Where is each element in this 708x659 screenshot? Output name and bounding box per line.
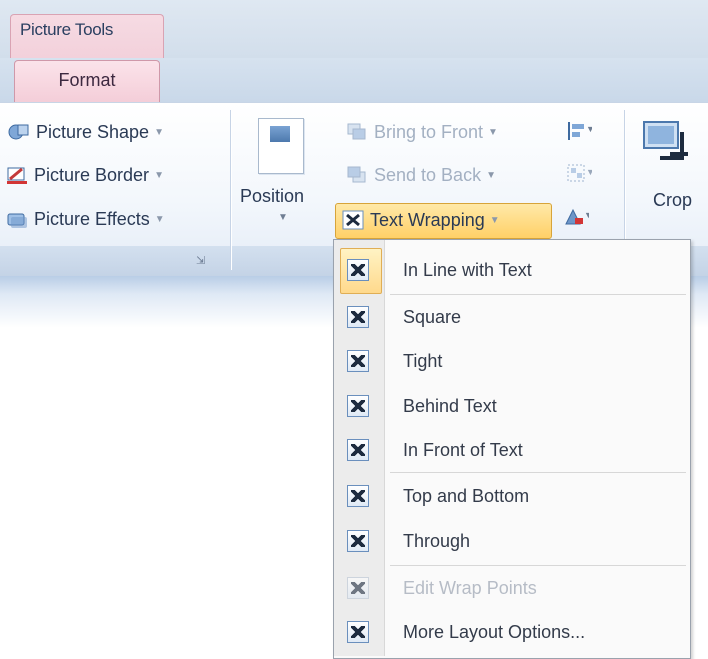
- bring-to-front-label: Bring to Front: [374, 121, 484, 142]
- menu-item-edit-wrap-points[interactable]: Edit Wrap Points: [336, 569, 686, 607]
- picture-border-button[interactable]: Picture Border ▼: [6, 161, 164, 189]
- menu-item-label: Behind Text: [403, 395, 497, 416]
- top-and-bottom-icon: [347, 485, 369, 507]
- bring-to-front-button[interactable]: Bring to Front ▼: [346, 118, 498, 146]
- menu-item-behind-text[interactable]: Behind Text: [336, 387, 686, 425]
- send-to-back-label: Send to Back: [374, 164, 482, 185]
- send-to-back-button[interactable]: Send to Back ▼: [346, 161, 496, 189]
- picture-border-icon: [6, 165, 28, 185]
- chevron-down-icon: ▼: [154, 169, 164, 181]
- crop-button-label[interactable]: Crop: [653, 190, 692, 211]
- position-button-label[interactable]: Position: [240, 186, 304, 207]
- menu-item-top-and-bottom[interactable]: Top and Bottom: [336, 477, 686, 515]
- group-icon[interactable]: ▼: [566, 163, 592, 185]
- picture-effects-icon: [6, 209, 28, 229]
- chevron-down-icon: ▼: [489, 214, 500, 226]
- svg-text:▼: ▼: [586, 124, 592, 134]
- behind-text-icon: [347, 395, 369, 417]
- menu-item-label: Edit Wrap Points: [403, 577, 537, 598]
- bring-to-front-icon: [346, 122, 368, 142]
- crop-icon[interactable]: [640, 118, 692, 166]
- menu-item-label: Through: [403, 530, 471, 551]
- tab-format-label: Format: [58, 70, 116, 90]
- picture-shape-label: Picture Shape: [36, 121, 150, 142]
- text-wrapping-button[interactable]: Text Wrapping ▼: [342, 206, 500, 234]
- picture-shape-button[interactable]: Picture Shape ▼: [8, 118, 164, 146]
- menu-item-label: In Line with Text: [403, 259, 532, 280]
- picture-effects-label: Picture Effects: [34, 208, 150, 229]
- dialog-launcher-icon[interactable]: ⇲: [196, 254, 210, 268]
- contextual-group-title: Picture Tools: [20, 20, 114, 39]
- align-icon[interactable]: ▼: [566, 120, 592, 142]
- menu-item-label: Square: [403, 306, 462, 327]
- menu-item-square[interactable]: Square: [336, 298, 686, 336]
- menu-separator: [390, 565, 686, 566]
- through-wrap-icon: [347, 530, 369, 552]
- send-to-back-icon: [346, 165, 368, 185]
- edit-wrap-points-icon: [347, 577, 369, 599]
- chevron-down-icon: ▼: [154, 126, 164, 138]
- in-line-wrap-icon: [347, 259, 369, 281]
- layout-options-icon: [347, 621, 369, 643]
- picture-shape-icon: [8, 122, 30, 142]
- position-icon-picture: [270, 126, 290, 142]
- text-wrapping-label: Text Wrapping: [370, 209, 485, 230]
- group-separator: [230, 110, 232, 270]
- picture-border-label: Picture Border: [34, 164, 150, 185]
- menu-item-more-layout-options[interactable]: More Layout Options...: [336, 613, 686, 651]
- picture-effects-button[interactable]: Picture Effects ▼: [6, 205, 165, 233]
- chevron-down-icon: ▼: [278, 212, 288, 223]
- menu-separator: [390, 294, 686, 295]
- menu-separator: [390, 472, 686, 473]
- menu-item-through[interactable]: Through: [336, 522, 686, 560]
- chevron-down-icon: ▼: [154, 213, 165, 225]
- svg-text:▼: ▼: [584, 210, 589, 220]
- rotate-icon[interactable]: ▼: [563, 206, 589, 228]
- chevron-down-icon: ▼: [488, 126, 498, 138]
- tight-wrap-icon: [347, 350, 369, 372]
- menu-item-label: More Layout Options...: [403, 621, 586, 642]
- menu-item-label: Top and Bottom: [403, 485, 530, 506]
- square-wrap-icon: [347, 306, 369, 328]
- svg-text:▼: ▼: [586, 167, 592, 177]
- chevron-down-icon: ▼: [486, 169, 496, 181]
- menu-item-in-front-of-text[interactable]: In Front of Text: [336, 431, 686, 469]
- menu-item-label: In Front of Text: [403, 439, 523, 460]
- menu-item-in-line-with-text[interactable]: In Line with Text: [336, 251, 686, 289]
- menu-item-label: Tight: [403, 350, 443, 371]
- text-wrapping-icon: [342, 210, 364, 230]
- menu-item-tight[interactable]: Tight: [336, 342, 686, 380]
- in-front-of-text-icon: [347, 439, 369, 461]
